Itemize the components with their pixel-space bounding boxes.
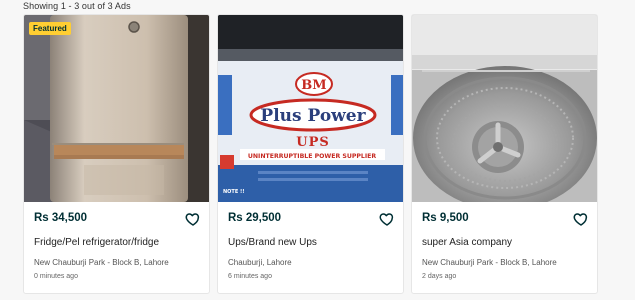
listing-price: Rs 34,500 (34, 212, 88, 224)
listing-price: Rs 29,500 (228, 212, 282, 224)
results-count: Showing 1 - 3 out of 3 Ads (23, 1, 131, 11)
listing-title[interactable]: Ups/Brand new Ups (228, 237, 317, 248)
ups-tagline-text: UNINTERRUPTIBLE POWER SUPPLIER (248, 153, 377, 160)
listing-image-ups[interactable]: BM Plus Power UPS UNINTERRUPTIBLE POWER … (218, 15, 403, 202)
listing-title[interactable]: super Asia company (422, 237, 512, 248)
listings-grid: Featured Rs 34,500 Fridge/Pel refrigerat… (23, 14, 599, 296)
ups-note-text: NOTE !! (223, 189, 245, 195)
listing-card[interactable]: Featured Rs 34,500 Fridge/Pel refrigerat… (23, 14, 210, 294)
listing-location: New Chauburji Park - Block B, Lahore (422, 258, 557, 267)
listing-posted-time: 2 days ago (422, 273, 457, 280)
heart-outline-icon[interactable] (185, 211, 201, 227)
listing-card[interactable]: Rs 9,500 super Asia company New Chauburj… (411, 14, 598, 294)
featured-badge: Featured (29, 22, 71, 35)
listing-image-washing-machine[interactable] (412, 15, 597, 202)
listing-location: Chauburji, Lahore (228, 258, 292, 267)
ups-product-text: Plus Power (260, 106, 366, 126)
ups-model-text: UPS (296, 135, 330, 150)
heart-outline-icon[interactable] (379, 211, 395, 227)
listing-posted-time: 6 minutes ago (228, 273, 272, 280)
heart-outline-icon[interactable] (573, 211, 589, 227)
listing-title[interactable]: Fridge/Pel refrigerator/fridge (34, 237, 159, 248)
listing-card[interactable]: BM Plus Power UPS UNINTERRUPTIBLE POWER … (217, 14, 404, 294)
listing-image-refrigerator[interactable]: Featured (24, 15, 209, 202)
listing-posted-time: 0 minutes ago (34, 273, 78, 280)
listing-price: Rs 9,500 (422, 212, 469, 224)
listing-location: New Chauburji Park - Block B, Lahore (34, 258, 169, 267)
ups-brand-text: BM (301, 78, 326, 93)
